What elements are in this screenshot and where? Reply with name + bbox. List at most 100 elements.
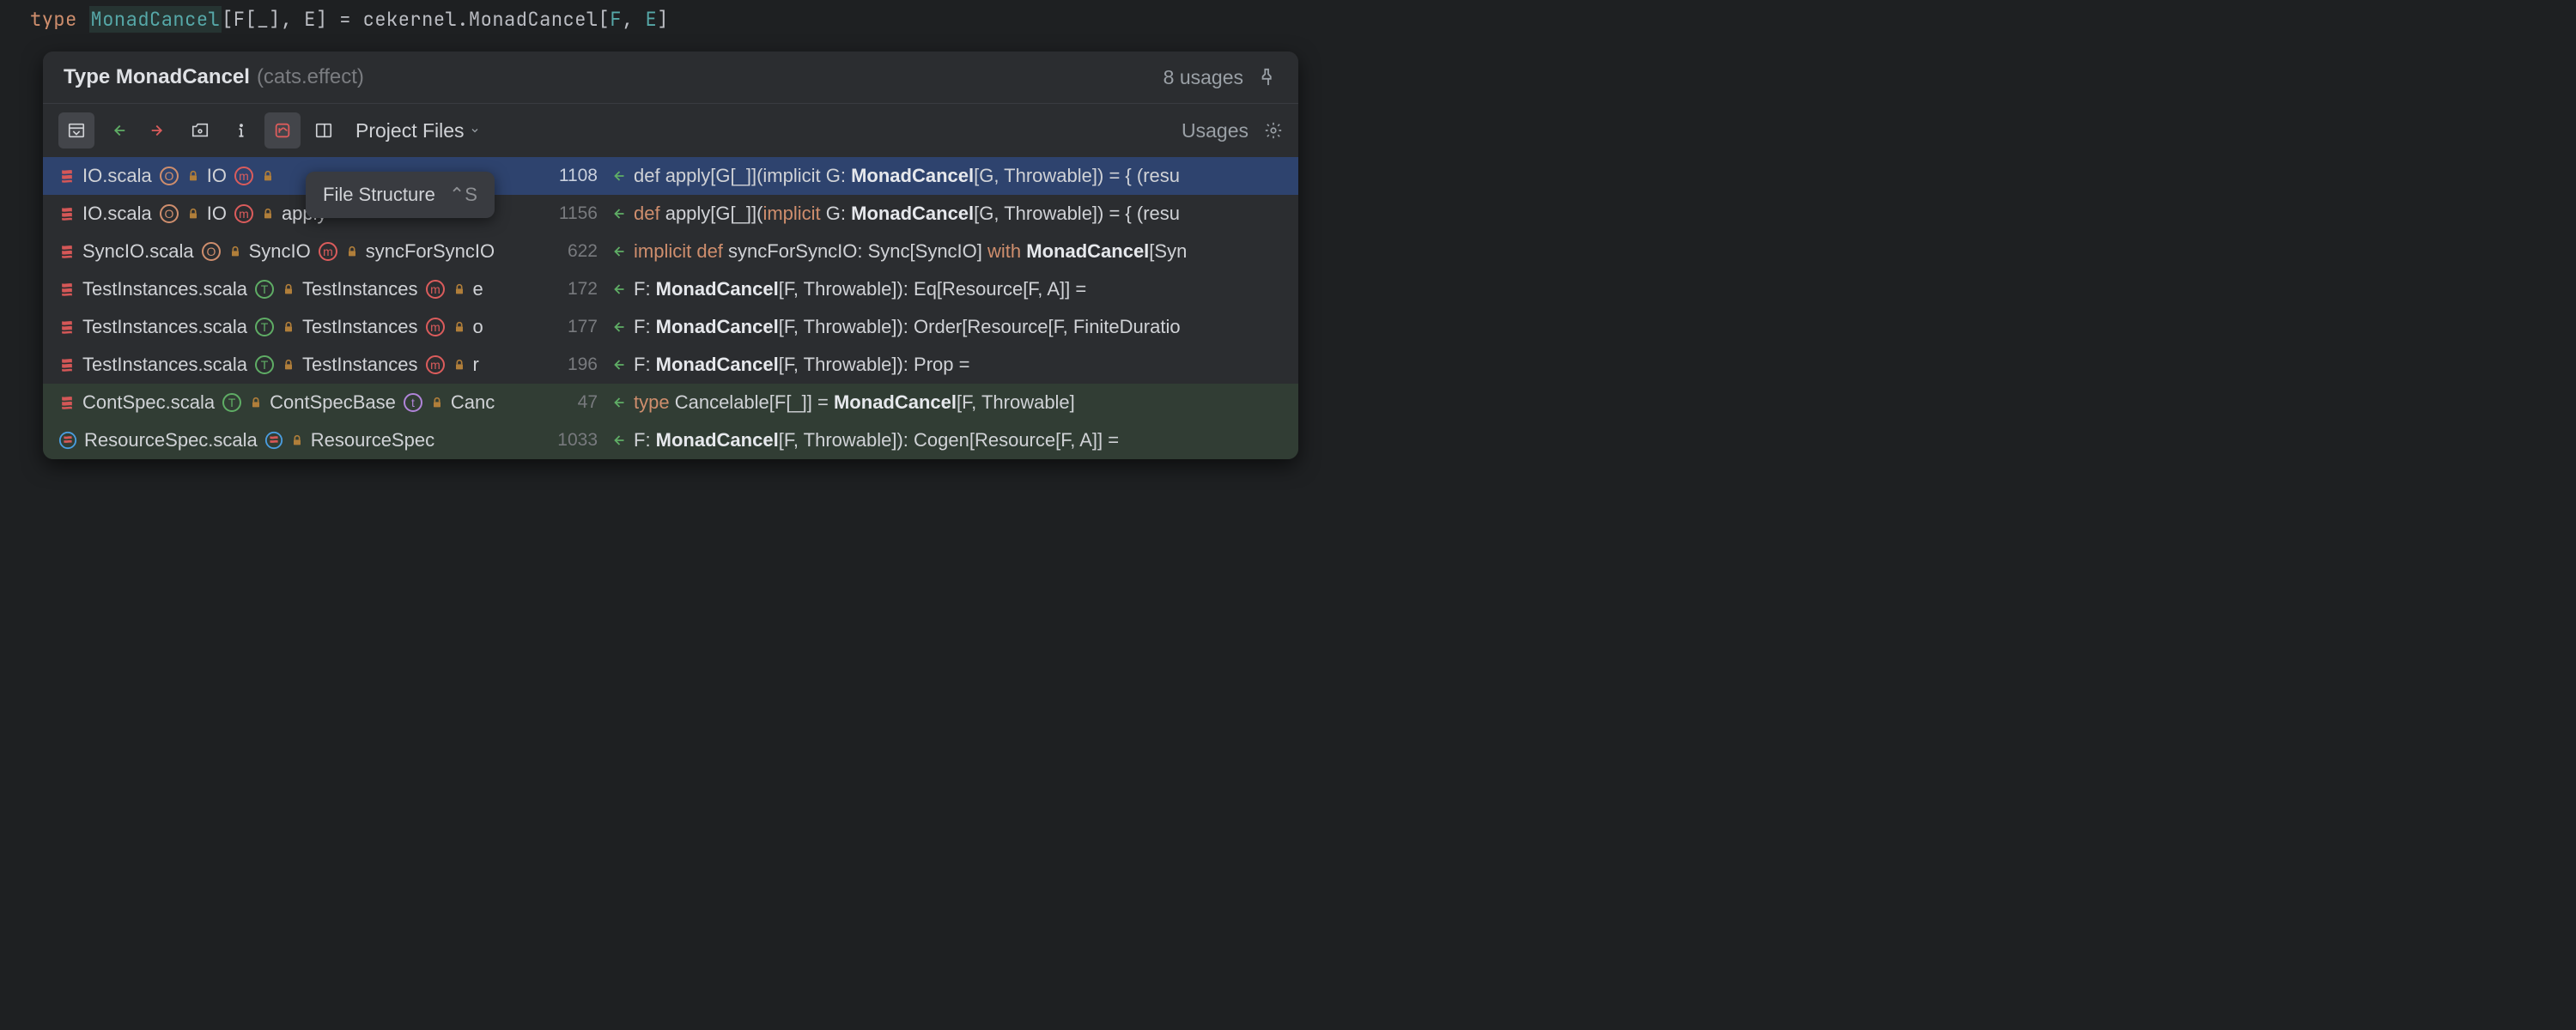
usages-label[interactable]: Usages <box>1182 119 1249 142</box>
file-structure-button[interactable] <box>264 112 301 148</box>
read-access-icon <box>608 394 627 411</box>
svg-text:m: m <box>430 320 440 334</box>
line-number: 177 <box>539 317 608 337</box>
read-access-icon <box>608 318 627 336</box>
lock-icon <box>282 358 295 372</box>
svg-text:O: O <box>164 207 173 221</box>
scala-file-icon <box>58 318 76 336</box>
code-preview: F: MonadCancel[F, Throwable]): Order[Res… <box>608 316 1283 338</box>
line-number: 622 <box>539 241 608 262</box>
tooltip-shortcut: ⌃S <box>449 184 477 206</box>
info-button[interactable] <box>223 112 259 148</box>
read-access-icon <box>608 356 627 373</box>
result-row[interactable]: SyncIO.scala O SyncIO m syncForSyncIO622… <box>43 233 1298 270</box>
svg-text:T: T <box>261 320 269 334</box>
lock-icon <box>453 320 466 334</box>
m-badge-icon: m <box>425 317 446 337</box>
T-badge-icon: T <box>222 392 242 413</box>
lock-icon <box>453 282 466 296</box>
lock-icon <box>282 320 295 334</box>
line-number: 1108 <box>539 166 608 186</box>
scala-file-icon <box>58 167 76 185</box>
usages-count: 8 usages <box>1163 66 1243 89</box>
popup-title: Type MonadCancel <box>64 65 250 89</box>
lock-icon <box>228 245 242 258</box>
gear-icon[interactable] <box>1264 121 1283 140</box>
scala-file-icon <box>58 356 76 373</box>
next-occurrence-button[interactable] <box>141 112 177 148</box>
code-preview: def apply[G[_]](implicit G: MonadCancel[… <box>608 165 1283 187</box>
O-badge-icon: O <box>201 241 222 262</box>
result-row[interactable]: TestInstances.scala T TestInstances m o1… <box>43 308 1298 346</box>
pin-icon[interactable] <box>1259 68 1278 87</box>
results-list: IO.scala O IO m 1108def apply[G[_]](impl… <box>43 157 1298 459</box>
preview-button[interactable] <box>306 112 342 148</box>
popup-toolbar: Project Files Usages <box>43 103 1298 157</box>
scala-file-icon <box>58 243 76 260</box>
scala-file-icon <box>58 205 76 222</box>
lock-icon <box>186 169 200 183</box>
code-preview: F: MonadCancel[F, Throwable]): Cogen[Res… <box>608 429 1283 451</box>
code-preview: def apply[G[_]](implicit G: MonadCancel[… <box>608 203 1283 225</box>
T-badge-icon: T <box>254 317 275 337</box>
scope-dropdown[interactable]: Project Files <box>355 119 480 142</box>
result-row[interactable]: ResourceSpec.scala ResourceSpec 1033F: M… <box>43 421 1298 459</box>
lock-icon <box>453 358 466 372</box>
scala-file-icon <box>58 281 76 298</box>
code-preview: implicit def syncForSyncIO: Sync[SyncIO]… <box>608 240 1283 263</box>
prev-occurrence-button[interactable] <box>100 112 136 148</box>
O-badge-icon: O <box>159 166 179 186</box>
svg-text:O: O <box>164 169 173 183</box>
editor-line: type MonadCancel[F[_], E] = cekernel.Mon… <box>0 0 1341 39</box>
m-badge-icon: m <box>425 279 446 300</box>
scala-class-icon <box>264 431 283 450</box>
read-access-icon <box>608 205 627 222</box>
result-row[interactable]: ContSpec.scala T ContSpecBase t Canc47ty… <box>43 384 1298 421</box>
result-row[interactable]: IO.scala O IO m 1108def apply[G[_]](impl… <box>43 157 1298 195</box>
line-number: 47 <box>539 392 608 413</box>
svg-text:m: m <box>239 169 249 183</box>
usages-popup: Type MonadCancel (cats.effect) 8 usages <box>43 52 1298 459</box>
lock-icon <box>261 207 275 221</box>
svg-text:t: t <box>411 396 415 409</box>
read-access-icon <box>608 243 627 260</box>
lock-icon <box>261 169 275 183</box>
line-number: 1033 <box>539 430 608 451</box>
svg-text:T: T <box>261 358 269 372</box>
svg-text:T: T <box>261 282 269 296</box>
T-badge-icon: T <box>254 279 275 300</box>
code-preview: F: MonadCancel[F, Throwable]): Eq[Resour… <box>608 278 1283 300</box>
result-row[interactable]: TestInstances.scala T TestInstances m e1… <box>43 270 1298 308</box>
result-row[interactable]: IO.scala O IO m apply1156def apply[G[_]]… <box>43 195 1298 233</box>
lock-icon <box>430 396 444 409</box>
T-badge-icon: T <box>254 354 275 375</box>
popup-header: Type MonadCancel (cats.effect) 8 usages <box>43 52 1298 103</box>
svg-text:O: O <box>206 245 216 258</box>
tooltip: File Structure ⌃S <box>306 172 495 218</box>
lock-icon <box>282 282 295 296</box>
result-row[interactable]: TestInstances.scala T TestInstances m r1… <box>43 346 1298 384</box>
scala-class-icon <box>58 431 77 450</box>
popup-subtitle: (cats.effect) <box>257 65 364 89</box>
t-badge-icon: t <box>403 392 423 413</box>
lock-icon <box>290 433 304 447</box>
lock-icon <box>345 245 359 258</box>
O-badge-icon: O <box>159 203 179 224</box>
code-preview: type Cancelable[F[_]] = MonadCancel[F, T… <box>608 391 1283 414</box>
open-in-toolwindow-button[interactable] <box>58 112 94 148</box>
line-number: 172 <box>539 279 608 300</box>
svg-text:T: T <box>228 396 236 409</box>
read-access-icon <box>608 432 627 449</box>
svg-text:m: m <box>430 282 440 296</box>
lock-icon <box>186 207 200 221</box>
tooltip-label: File Structure <box>323 184 435 206</box>
m-badge-icon: m <box>425 354 446 375</box>
line-number: 196 <box>539 354 608 375</box>
scala-file-icon <box>58 394 76 411</box>
code-preview: F: MonadCancel[F, Throwable]): Prop = <box>608 354 1283 376</box>
chevron-down-icon <box>470 125 480 136</box>
svg-text:m: m <box>239 207 249 221</box>
lock-icon <box>249 396 263 409</box>
folder-settings-button[interactable] <box>182 112 218 148</box>
read-access-icon <box>608 167 627 185</box>
